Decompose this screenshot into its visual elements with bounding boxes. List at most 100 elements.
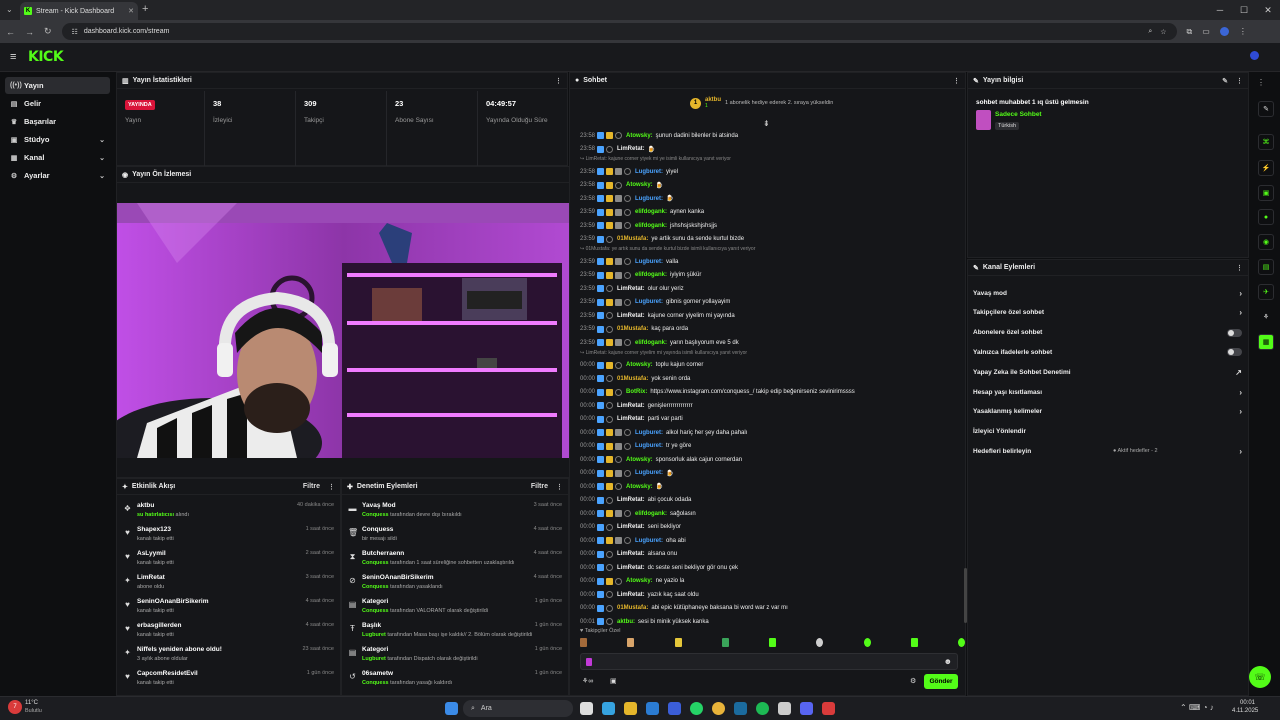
channel-action-9[interactable]: Hedefleri belirleyin ● Aktif hedefler - 2… xyxy=(973,444,1242,458)
moderation-name[interactable]: 06sametw xyxy=(362,670,393,677)
sidebar-item-yayın[interactable]: ((•)) Yayın xyxy=(5,77,110,94)
message-username[interactable]: LimRetat: xyxy=(617,524,645,530)
channel-action-1[interactable]: Yavaş mod › xyxy=(973,286,1242,300)
chevron-right-icon[interactable]: › xyxy=(1239,407,1242,416)
chevron-down-icon[interactable]: ⌄ xyxy=(99,136,105,144)
message-username[interactable]: LimRetat: xyxy=(617,565,645,571)
discord-icon[interactable] xyxy=(800,702,813,715)
emote-icon[interactable] xyxy=(863,638,871,647)
kick-logo[interactable]: KICK xyxy=(28,49,64,65)
moderation-filter-button[interactable]: Filtre xyxy=(531,483,548,490)
help-chat-icon[interactable]: ☏ xyxy=(1249,666,1271,688)
message-username[interactable]: elifdogank: xyxy=(635,223,667,229)
message-username[interactable]: Lugburet: xyxy=(635,538,663,544)
message-username[interactable]: 01Mustafa: xyxy=(617,605,648,611)
toggle-switch[interactable] xyxy=(1227,328,1242,337)
moderation-name[interactable]: Kategori xyxy=(362,646,388,653)
message-username[interactable]: 01Mustafa: xyxy=(617,376,648,382)
emote-icon[interactable] xyxy=(627,638,635,647)
message-username[interactable]: LimRetat: xyxy=(617,551,645,557)
emote-icon[interactable] xyxy=(769,638,776,647)
chevron-right-icon[interactable]: › xyxy=(1239,388,1242,397)
sidebar-item-stüdyo[interactable]: ▣ Stüdyo ⌄ xyxy=(5,131,110,148)
poll-icon[interactable]: ▤ xyxy=(1258,259,1274,275)
file-explorer-icon[interactable] xyxy=(624,702,637,715)
forward-icon[interactable]: → xyxy=(25,27,34,37)
toggle-switch[interactable] xyxy=(1227,348,1242,357)
channel-action-4[interactable]: Yalnızca ifadelerle sohbet xyxy=(973,345,1242,359)
tab-list-icon[interactable]: ⌄ xyxy=(6,5,13,14)
message-username[interactable]: elifdogank: xyxy=(635,272,667,278)
browser-tab[interactable]: K Stream - Kick Dashboard ✕ xyxy=(20,2,138,20)
chrome-icon[interactable] xyxy=(712,702,725,715)
chevron-right-icon[interactable]: › xyxy=(1239,289,1242,298)
scroll-down-icon[interactable]: ⇟ xyxy=(763,119,770,128)
message-username[interactable]: Lugburet: xyxy=(635,196,663,202)
moderation-name[interactable]: Conquess xyxy=(362,526,393,533)
emote-icon[interactable] xyxy=(674,638,682,647)
moderator-name[interactable]: Conquess xyxy=(362,680,389,686)
moderation-name[interactable]: Yavaş Mod xyxy=(362,502,396,509)
moderator-name[interactable]: Conquess xyxy=(362,608,389,614)
minimize-icon[interactable]: ─ xyxy=(1208,0,1232,20)
moderation-name[interactable]: Başlık xyxy=(362,622,381,629)
channel-action-5[interactable]: Yapay Zeka ile Sohbet Denetimi ↗ xyxy=(973,365,1242,379)
more-icon[interactable]: ⋮ xyxy=(328,483,335,491)
profile-avatar[interactable] xyxy=(1219,27,1229,36)
send-button[interactable]: Gönder xyxy=(924,674,958,689)
sidebar-item-ayarlar[interactable]: ⚙ Ayarlar ⌄ xyxy=(5,167,110,184)
task-view-icon[interactable] xyxy=(580,702,593,715)
activity-name[interactable]: LimRetat xyxy=(137,574,165,581)
clip-icon[interactable]: ▣ xyxy=(1258,185,1274,201)
more-icon[interactable]: ⋮ xyxy=(953,77,960,85)
lightning-icon[interactable]: ⚡ xyxy=(1258,160,1274,176)
bookmark-star-icon[interactable]: ☆ xyxy=(1160,28,1166,36)
system-tray-icons[interactable]: ⌃ ⌨ ◔ ♪ xyxy=(1180,703,1214,712)
message-username[interactable]: LimRetat: xyxy=(617,416,645,422)
message-username[interactable]: Lugburet: xyxy=(635,430,663,436)
moderator-name[interactable]: Conquess xyxy=(362,584,389,590)
message-username[interactable]: LimRetat: xyxy=(617,497,645,503)
app-icon[interactable] xyxy=(822,702,835,715)
whatsapp-icon[interactable] xyxy=(690,702,703,715)
back-icon[interactable]: ← xyxy=(6,27,15,37)
activity-name[interactable]: AsLyymiI xyxy=(137,550,166,557)
activity-name[interactable]: Niffels yeniden abone oldu! xyxy=(137,646,222,653)
emote-icon[interactable] xyxy=(910,638,918,647)
more-icon[interactable]: ⋮ xyxy=(555,77,562,85)
windows-start-icon[interactable] xyxy=(445,702,458,715)
chevron-down-icon[interactable]: ⌄ xyxy=(99,172,105,180)
message-username[interactable]: LimRetat: xyxy=(617,403,645,409)
spotify-icon[interactable] xyxy=(756,702,769,715)
moderation-name[interactable]: SeninOAnanBirSikerim xyxy=(362,574,434,581)
site-info-icon[interactable]: ☷ xyxy=(72,28,78,36)
emote-icon[interactable] xyxy=(958,638,965,647)
message-username[interactable]: LimRetat: xyxy=(617,146,645,152)
activity-name[interactable]: SeninOAnanBirSikerim xyxy=(137,598,209,605)
maximize-icon[interactable]: ☐ xyxy=(1232,0,1256,20)
message-username[interactable]: Atowsky: xyxy=(626,133,653,139)
chevron-down-icon[interactable]: ⌄ xyxy=(99,154,105,162)
message-username[interactable]: BotRix: xyxy=(626,389,647,395)
external-link-icon[interactable]: ↗ xyxy=(1235,368,1242,377)
zoom-icon[interactable]: ⌕ xyxy=(1148,28,1152,36)
activity-name[interactable]: CapcomResidetEvil xyxy=(137,670,198,677)
copilot-icon[interactable] xyxy=(602,702,615,715)
user-avatar[interactable] xyxy=(1250,51,1259,60)
emote-icon[interactable] xyxy=(816,638,824,647)
raid-icon[interactable]: ⌘ xyxy=(1258,134,1274,150)
moderation-name[interactable]: Butcherraenn xyxy=(362,550,404,557)
stream-preview-video[interactable] xyxy=(117,203,570,458)
taskbar-search[interactable]: ⌕ Ara xyxy=(463,700,573,717)
weather-alert-icon[interactable]: 7 xyxy=(8,700,22,714)
message-username[interactable]: Atowsky: xyxy=(626,362,653,368)
message-username[interactable]: 01Mustafa: xyxy=(617,326,648,332)
message-username[interactable]: Atowsky: xyxy=(626,457,653,463)
menu-icon[interactable]: ≡ xyxy=(10,51,16,63)
group-icon[interactable]: ⚘ xyxy=(1258,309,1274,325)
more-icon[interactable]: ⋮ xyxy=(556,483,563,491)
more-icon[interactable]: ⋮ xyxy=(1257,78,1265,87)
activity-name[interactable]: aktbu xyxy=(137,502,154,509)
message-username[interactable]: Lugburet: xyxy=(635,470,663,476)
app-icon[interactable] xyxy=(778,702,791,715)
